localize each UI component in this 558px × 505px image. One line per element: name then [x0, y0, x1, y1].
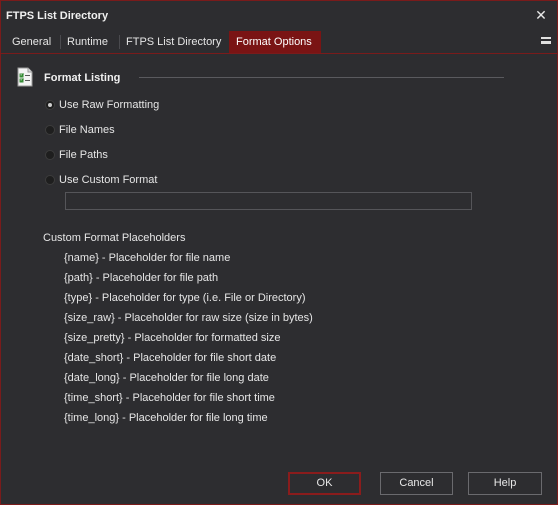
radio-label: File Paths [59, 149, 108, 161]
radio-button[interactable] [45, 175, 55, 185]
radio-label: Use Custom Format [59, 174, 158, 186]
radio-button-checked[interactable] [45, 100, 55, 110]
window-title: FTPS List Directory [6, 10, 109, 22]
section-divider [139, 77, 504, 78]
placeholder-line: {type} - Placeholder for type (i.e. File… [64, 292, 306, 304]
ok-button[interactable]: OK [288, 472, 361, 495]
tab-general[interactable]: General [5, 31, 58, 53]
tab-format-options[interactable]: Format Options [229, 31, 321, 53]
placeholder-line: {date_long} - Placeholder for file long … [64, 372, 269, 384]
radio-button[interactable] [45, 125, 55, 135]
dialog-window: FTPS List Directory ✕ General Runtime FT… [0, 0, 558, 505]
custom-format-input[interactable] [65, 192, 472, 210]
placeholder-line: {time_short} - Placeholder for file shor… [64, 392, 275, 404]
placeholder-line: {path} - Placeholder for file path [64, 272, 219, 284]
radio-button[interactable] [45, 150, 55, 160]
radio-label: File Names [59, 124, 115, 136]
placeholder-line: {date_short} - Placeholder for file shor… [64, 352, 277, 364]
tab-ftps-list-directory[interactable]: FTPS List Directory [119, 31, 228, 53]
help-button[interactable]: Help [468, 472, 542, 495]
tab-strip: General Runtime FTPS List Directory Form… [1, 31, 557, 54]
placeholder-line: {time_long} - Placeholder for file long … [64, 412, 268, 424]
tab-runtime[interactable]: Runtime [60, 31, 115, 53]
close-button[interactable]: ✕ [533, 7, 549, 23]
hamburger-icon[interactable] [541, 36, 551, 48]
section-title: Format Listing [44, 72, 121, 84]
placeholder-line: {size_raw} - Placeholder for raw size (s… [64, 312, 313, 324]
checklist-document-icon [17, 67, 33, 87]
radio-label: Use Raw Formatting [59, 99, 160, 111]
title-bar: FTPS List Directory ✕ [1, 1, 557, 31]
placeholder-line: {name} - Placeholder for file name [64, 252, 231, 264]
dialog-footer: OK Cancel Help [1, 464, 557, 504]
placeholder-line: {size_pretty} - Placeholder for formatte… [64, 332, 281, 344]
format-options-panel: Format Listing Use Raw Formatting File N… [4, 54, 554, 464]
cancel-button[interactable]: Cancel [380, 472, 453, 495]
placeholders-heading: Custom Format Placeholders [43, 232, 186, 244]
